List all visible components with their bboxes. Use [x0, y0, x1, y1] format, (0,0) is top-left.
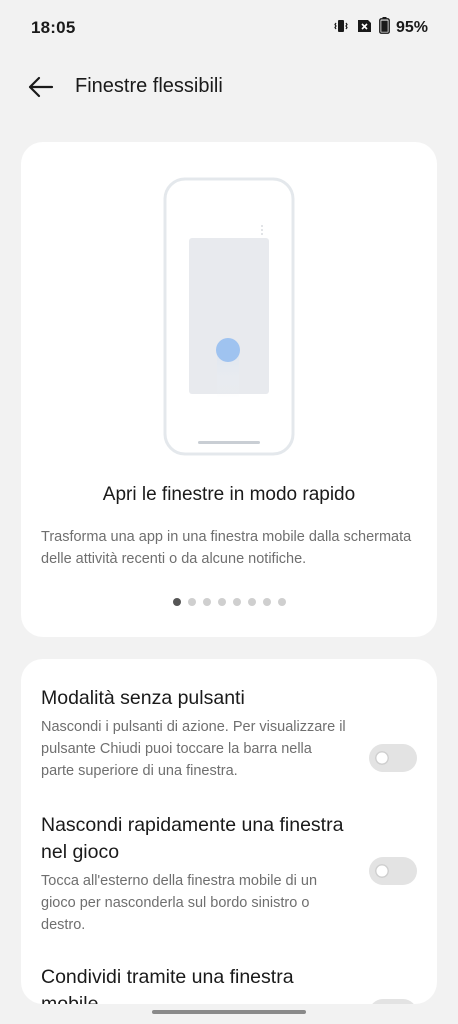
- setting-description: Tocca all'esterno della finestra mobile …: [41, 873, 318, 933]
- page-dot: [277, 598, 286, 606]
- gesture-bar[interactable]: [152, 1010, 306, 1014]
- vibrate-icon: [333, 18, 349, 39]
- status-bar: 18:05 95%: [0, 0, 458, 56]
- app-bar: Finestre flessibili: [0, 62, 458, 112]
- intro-card: Apri le finestre in modo rapido Trasform…: [21, 142, 437, 637]
- page-dot: [187, 598, 196, 606]
- page-indicator[interactable]: [21, 598, 437, 606]
- setting-title: Modalità senza pulsanti: [41, 687, 245, 709]
- floating-window-illustration: [21, 176, 437, 456]
- page-dot: [172, 598, 181, 606]
- page-dot: [262, 598, 271, 606]
- hide-game-window-toggle[interactable]: [369, 857, 417, 885]
- settings-card: Modalità senza pulsanti Nascondi i pulsa…: [21, 659, 437, 1004]
- page-dot: [247, 598, 256, 606]
- setting-title: Condividi tramite una finestra mobile: [41, 966, 294, 1004]
- battery-level: 95%: [395, 19, 428, 36]
- setting-title: Nascondi rapidamente una finestra nel gi…: [41, 814, 344, 863]
- setting-hide-game-window[interactable]: Nascondi rapidamente una finestra nel gi…: [41, 812, 417, 936]
- status-icons: 95%: [333, 17, 428, 39]
- arrow-left-icon[interactable]: [26, 73, 56, 101]
- page-dot: [232, 598, 241, 606]
- intro-title: Apri le finestre in modo rapido: [102, 484, 356, 505]
- setting-share-floating-window[interactable]: Condividi tramite una finestra mobile: [41, 964, 417, 1004]
- buttonless-mode-toggle[interactable]: [369, 744, 417, 772]
- sim-off-icon: [355, 18, 373, 39]
- battery-icon: [379, 17, 390, 39]
- setting-description: Nascondi i pulsanti di azione. Per visua…: [41, 719, 346, 779]
- page-title: Finestre flessibili: [75, 75, 223, 97]
- setting-buttonless-mode[interactable]: Modalità senza pulsanti Nascondi i pulsa…: [41, 685, 417, 782]
- toggle-knob: [375, 751, 389, 765]
- status-time: 18:05: [31, 18, 76, 37]
- intro-description: Trasforma una app in una finestra mobile…: [41, 529, 412, 567]
- page-dot: [217, 598, 226, 606]
- page-dot: [202, 598, 211, 606]
- toggle-knob: [375, 864, 389, 878]
